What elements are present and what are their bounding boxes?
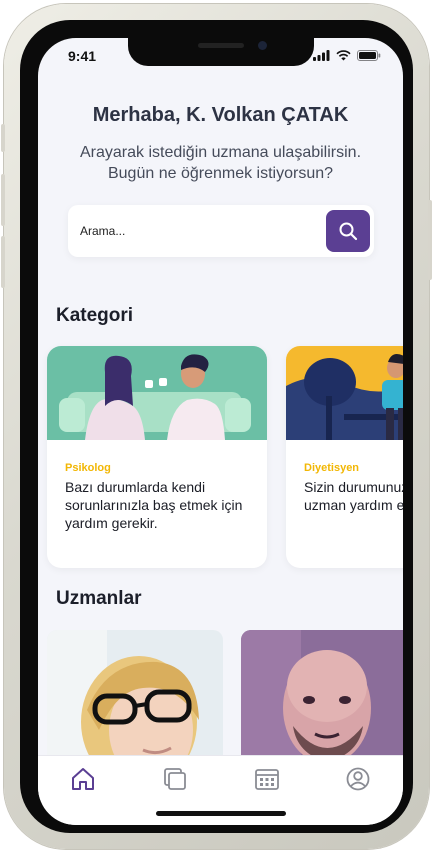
front-camera — [258, 41, 267, 50]
expert-card[interactable] — [47, 630, 223, 770]
volume-up-button — [1, 174, 5, 226]
category-description: Sizin durumunuz farklı olabilir, uzman y… — [304, 479, 403, 513]
status-icons — [313, 50, 381, 61]
profile-icon — [346, 767, 370, 791]
power-button — [428, 200, 432, 280]
app-screen: 9:41 Merhaba, K. Volkan ÇATAK Arayarak i… — [38, 38, 403, 825]
diyetisyen-illustration — [286, 346, 403, 440]
silent-switch — [1, 124, 5, 152]
search-button[interactable] — [326, 210, 370, 252]
notch — [128, 38, 314, 66]
battery-icon — [357, 50, 381, 61]
wifi-icon — [336, 50, 351, 61]
psikolog-illustration — [47, 346, 267, 440]
phone-frame: 9:41 Merhaba, K. Volkan ÇATAK Arayarak i… — [1, 4, 432, 849]
search-input[interactable] — [78, 219, 312, 243]
nav-profile[interactable] — [343, 764, 373, 794]
greeting-title: Merhaba, K. Volkan ÇATAK — [92, 104, 349, 126]
pages-icon — [164, 768, 186, 790]
category-card-psikolog[interactable]: Psikolog Bazı durumlarda kendi sorunları… — [47, 346, 267, 568]
expert-card[interactable] — [241, 630, 403, 770]
experts-heading: Uzmanlar — [56, 588, 142, 609]
category-heading: Kategori — [56, 305, 134, 326]
category-label: Psikolog — [65, 462, 111, 474]
expert-photo — [47, 630, 223, 770]
volume-down-button — [1, 236, 5, 288]
category-description: Bazı durumlarda kendi sorunlarınızla baş… — [65, 479, 243, 531]
nav-pages[interactable] — [160, 764, 190, 794]
greeting-subtitle: Arayarak istediğin uzmana ulaşabilirsin.… — [79, 144, 362, 182]
home-icon — [72, 768, 94, 790]
category-card-diyetisyen[interactable]: Diyetisyen Sizin durumunuz farklı olabil… — [286, 346, 403, 568]
signal-icon — [313, 50, 330, 61]
search-icon — [339, 222, 358, 241]
home-indicator — [156, 811, 286, 816]
speaker — [198, 43, 244, 48]
expert-photo — [241, 630, 403, 770]
search-bar — [68, 205, 374, 257]
category-label: Diyetisyen — [304, 462, 360, 474]
nav-home[interactable] — [68, 764, 98, 794]
calendar-icon — [255, 769, 279, 790]
nav-calendar[interactable] — [252, 764, 282, 794]
status-time: 9:41 — [68, 48, 97, 64]
